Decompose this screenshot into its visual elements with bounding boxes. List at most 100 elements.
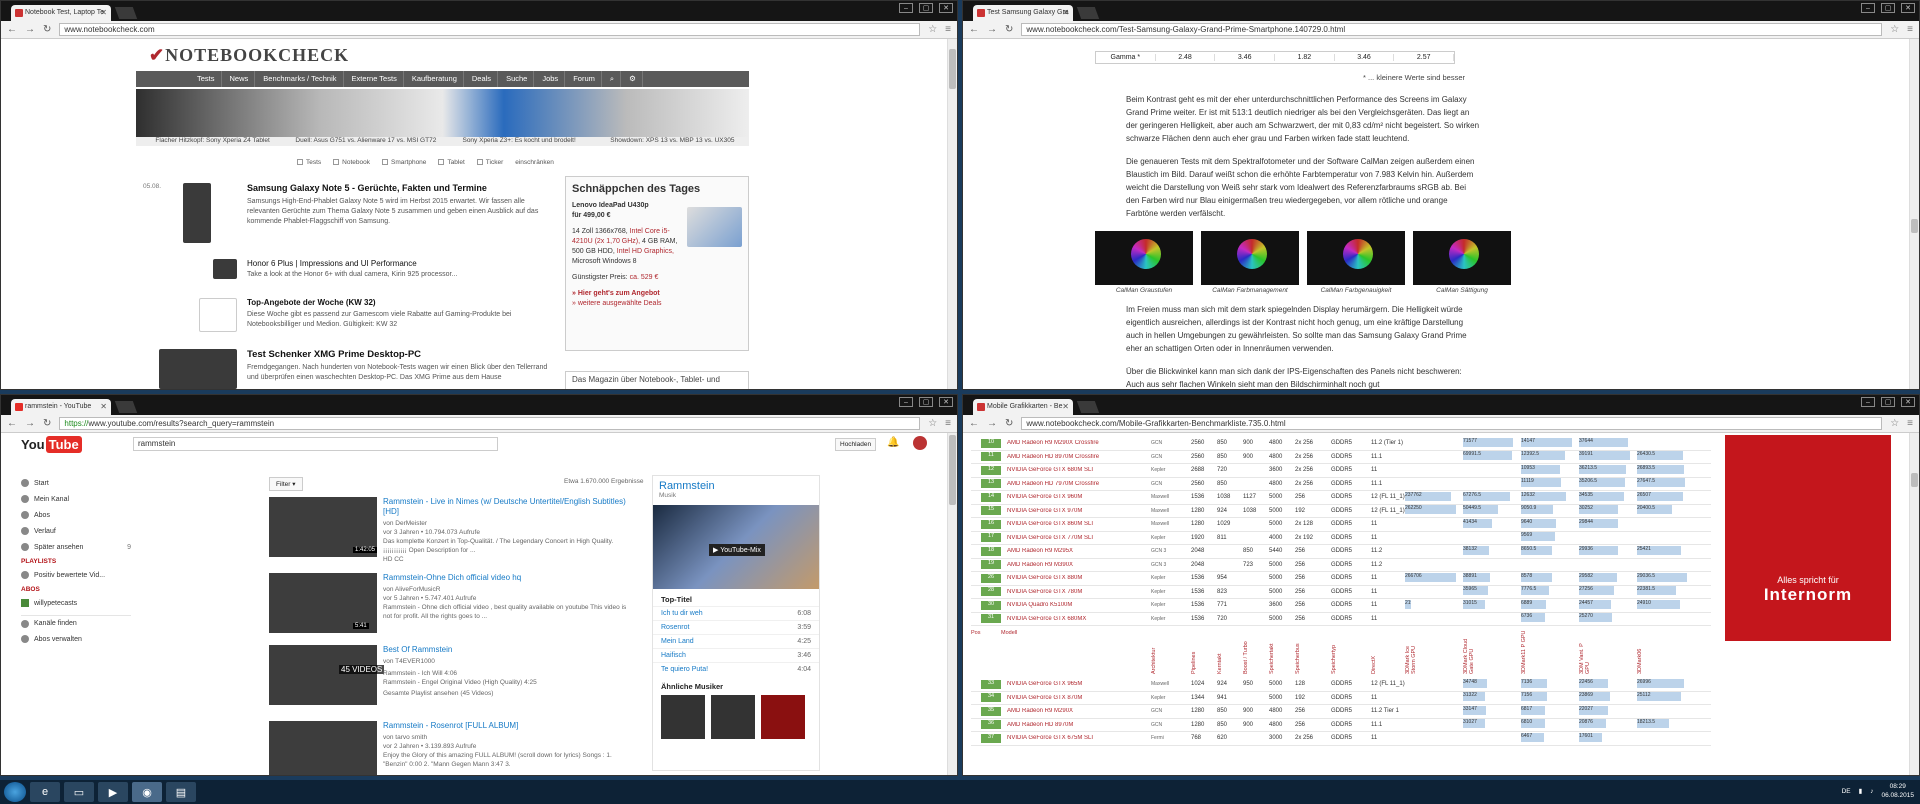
benchmark-bar[interactable]: 41434 [1463, 518, 1492, 528]
sidebar-item-liked[interactable]: Positiv bewertete Vid... [21, 567, 131, 583]
gpu-row[interactable]: 16 NVIDIA GeForce GTX 860M SLI Maxwell 1280… [971, 518, 1711, 532]
filter-button[interactable]: Filter ▾ [269, 477, 303, 491]
gpu-name[interactable]: AMD Radeon R9 M290X [1001, 708, 1151, 714]
gpu-name[interactable]: NVIDIA GeForce GTX 960M [1001, 494, 1151, 500]
track-item[interactable]: Ich tu dir weh 6:08 [653, 606, 819, 620]
news-title[interactable]: Top-Angebote der Woche (KW 32) [247, 298, 376, 307]
gpu-row[interactable]: 14 NVIDIA GeForce GTX 960M Maxwell 1536 1038… [971, 491, 1711, 505]
benchmark-bar[interactable]: 25112 [1637, 692, 1681, 702]
nav-item[interactable]: Benchmarks / Technik [257, 71, 344, 87]
calman-screenshot[interactable] [1201, 231, 1299, 285]
benchmark-bar[interactable]: 6817 [1521, 705, 1546, 715]
new-tab-button[interactable] [114, 7, 138, 19]
maximize-icon[interactable]: ▢ [919, 3, 933, 13]
news-title[interactable]: Test Schenker XMG Prime Desktop-PC [247, 349, 421, 360]
benchmark-bar[interactable]: 31015 [1463, 599, 1485, 609]
close-window-icon[interactable]: ✕ [1901, 397, 1915, 407]
news-thumbnail[interactable] [159, 349, 237, 389]
nav-item[interactable]: News [224, 71, 256, 87]
browser-tab[interactable]: Test Samsung Galaxy Gra ✕ [973, 5, 1073, 21]
similar-artist-thumb[interactable] [661, 695, 705, 739]
benchmark-bar[interactable]: 12632 [1521, 491, 1567, 501]
benchmark-bar[interactable]: 10953 [1521, 464, 1561, 474]
gpu-row[interactable]: 11 AMD Radeon HD 8970M Crossfire GCN 2560 85… [971, 451, 1711, 464]
calman-screenshot[interactable] [1095, 231, 1193, 285]
benchmark-bar[interactable]: 26893.5 [1637, 464, 1684, 474]
video-channel[interactable]: von DerMeister [383, 519, 633, 528]
url-field[interactable]: www.notebookcheck.com/Test-Samsung-Galax… [1021, 23, 1883, 36]
settings-icon[interactable]: ⚙ [623, 71, 643, 87]
reload-icon[interactable]: ↻ [1005, 418, 1013, 429]
deal-laptop-image[interactable] [687, 207, 742, 247]
benchmark-bar[interactable]: 29036.5 [1637, 572, 1688, 582]
language-indicator[interactable]: DE [1842, 788, 1851, 795]
benchmark-bar[interactable]: 14147 [1521, 437, 1572, 447]
benchmark-bar[interactable]: 9640 [1521, 518, 1556, 528]
gpu-row[interactable]: 30 NVIDIA Quadro K5100M Kepler 1536 771 3600 2… [971, 599, 1711, 613]
column-header[interactable]: Architektur [1151, 630, 1191, 674]
close-tab-icon[interactable]: ✕ [1062, 402, 1069, 411]
benchmark-bar[interactable]: 7776.5 [1521, 586, 1549, 596]
column-header[interactable]: Kerntakt [1217, 630, 1243, 674]
menu-icon[interactable]: ≡ [945, 24, 951, 35]
bookmark-star-icon[interactable]: ☆ [1890, 24, 1899, 35]
abos-heading[interactable]: ABOS [21, 583, 131, 595]
benchmark-bar[interactable]: 34748 [1463, 678, 1488, 688]
benchmark-bar[interactable]: 17601 [1579, 732, 1602, 742]
sidebar-item-subscriptions[interactable]: Abos [21, 507, 131, 523]
benchmark-bar[interactable]: 22456 [1579, 678, 1609, 688]
internet-explorer-icon[interactable]: e [30, 782, 60, 802]
video-channel[interactable]: von AliveForMusicR [383, 585, 633, 594]
video-channel[interactable]: von tarvo smith [383, 733, 633, 742]
menu-icon[interactable]: ≡ [1907, 24, 1913, 35]
advertisement[interactable]: Alles spricht für Internorm [1725, 435, 1891, 641]
gpu-name[interactable]: NVIDIA GeForce GTX 860M SLI [1001, 521, 1151, 527]
deal-link[interactable]: » Hier geht's zum Angebot [572, 289, 742, 299]
news-item[interactable]: Test Schenker XMG Prime Desktop-PC Fremd… [141, 349, 561, 389]
volume-icon[interactable]: ♪ [1870, 788, 1873, 795]
benchmark-bar[interactable]: 266706 [1405, 572, 1457, 582]
benchmark-bar[interactable]: 71577 [1463, 437, 1513, 447]
column-header[interactable]: Boost / Turbo [1243, 630, 1269, 674]
benchmark-bar[interactable]: 23869 [1579, 692, 1611, 702]
search-icon[interactable]: ⌕ [604, 71, 622, 87]
bookmark-star-icon[interactable]: ☆ [1890, 418, 1899, 429]
scrollbar[interactable] [947, 39, 957, 389]
column-header[interactable]: DirectX [1371, 630, 1405, 674]
clock[interactable]: 08:29 06.08.2015 [1881, 782, 1914, 800]
close-window-icon[interactable]: ✕ [1901, 3, 1915, 13]
playlist-title[interactable]: Best Of Rammstein [383, 645, 633, 655]
benchmark-bar[interactable]: 39191 [1579, 451, 1630, 461]
benchmark-bar[interactable]: 37644 [1579, 437, 1628, 447]
sidebar-item-my-channel[interactable]: Mein Kanal [21, 491, 131, 507]
calman-screenshot[interactable] [1413, 231, 1511, 285]
benchmark-bar[interactable]: 38891 [1463, 572, 1490, 582]
gpu-row[interactable]: 26 NVIDIA GeForce GTX 880M Kepler 1536 954 50… [971, 572, 1711, 586]
menu-icon[interactable]: ≡ [945, 418, 951, 429]
filter-checkbox[interactable]: Ticker [476, 159, 503, 166]
notifications-bell-icon[interactable]: 🔔 [887, 437, 899, 448]
playlist-track[interactable]: Rammstein - Engel Original Video (High Q… [383, 678, 633, 687]
sidebar-item-watch-later[interactable]: Später ansehen 9 [21, 539, 131, 555]
benchmark-bar[interactable]: 262250 [1405, 505, 1456, 515]
sidebar-item-find-channels[interactable]: Kanäle finden [21, 615, 131, 631]
back-icon[interactable]: ← [969, 418, 979, 429]
news-title[interactable]: Honor 6 Plus | Impressions and UI Perfor… [247, 259, 417, 268]
gpu-name[interactable]: AMD Radeon HD 8970M Crossfire [1001, 454, 1151, 460]
video-title[interactable]: Rammstein-Ohne Dich official video hq [383, 573, 633, 583]
gpu-name[interactable]: NVIDIA GeForce GTX 870M [1001, 695, 1151, 701]
benchmark-bar[interactable]: 8578 [1521, 572, 1552, 582]
gpu-row[interactable]: 37 NVIDIA GeForce GTX 675M SLI Fermi 768 620… [971, 732, 1711, 746]
more-deals-link[interactable]: » weitere ausgewählte Deals [572, 299, 742, 309]
filter-apply-link[interactable]: einschränken [515, 159, 554, 166]
benchmark-bar[interactable]: 8650.5 [1521, 545, 1553, 555]
file-explorer-icon[interactable]: ▭ [64, 782, 94, 802]
benchmark-bar[interactable]: 25270 [1579, 613, 1612, 623]
bookmark-star-icon[interactable]: ☆ [928, 24, 937, 35]
media-player-icon[interactable]: ▶ [98, 782, 128, 802]
nav-item[interactable]: Jobs [536, 71, 566, 87]
filter-checkbox[interactable]: Smartphone [382, 159, 426, 166]
playlist-track[interactable]: Rammstein - Ich Will 4:06 [383, 669, 633, 678]
column-header[interactable]: Speichertyp [1331, 630, 1371, 674]
site-logo[interactable]: ✔NOTEBOOKCHECK [149, 45, 349, 66]
